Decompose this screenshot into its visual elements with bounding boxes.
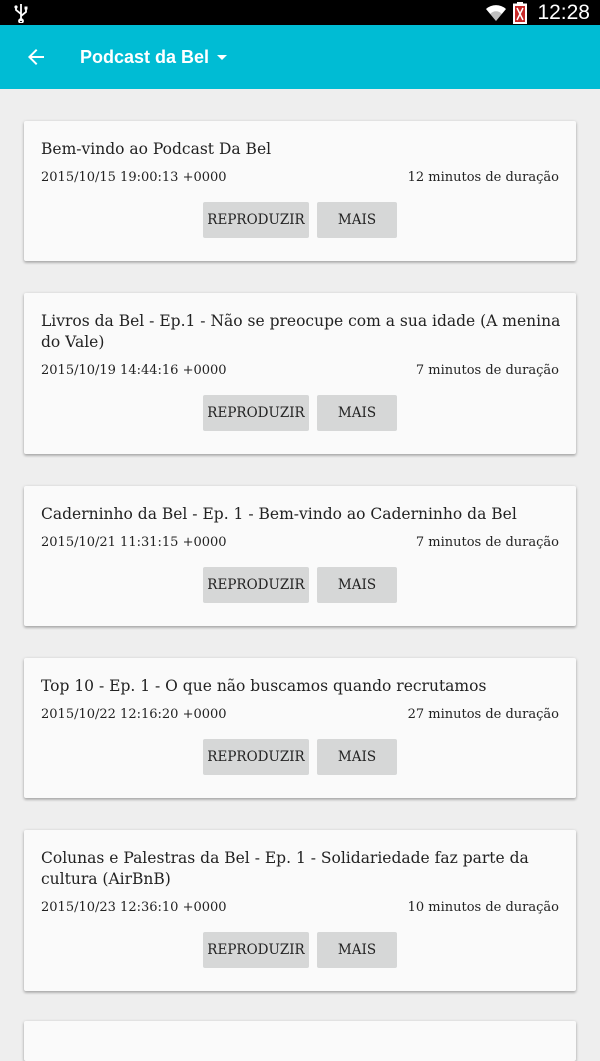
play-button[interactable]: REPRODUZIR <box>203 932 309 968</box>
episode-date: 2015/10/22 12:16:20 +0000 <box>41 707 227 722</box>
episode-card: Top 10 - Ep. 1 - O que não buscamos quan… <box>24 658 576 798</box>
episode-duration: 12 minutos de duração <box>407 170 559 185</box>
wifi-icon <box>486 4 507 21</box>
episode-card: Colunas e Palestras da Bel - Ep. 1 - Sol… <box>24 830 576 991</box>
podcast-selector-dropdown[interactable]: Podcast da Bel <box>80 25 228 89</box>
more-button[interactable]: MAIS <box>317 739 397 775</box>
episode-date: 2015/10/15 19:00:13 +0000 <box>41 170 227 185</box>
episode-title: Bem-vindo ao Podcast Da Bel <box>41 140 272 158</box>
episode-card-partial <box>24 1021 576 1061</box>
app-title: Podcast da Bel <box>80 46 210 67</box>
play-button[interactable]: REPRODUZIR <box>203 202 309 238</box>
episode-title: Colunas e Palestras da Bel - Ep. 1 - Sol… <box>41 849 529 888</box>
episode-title: Top 10 - Ep. 1 - O que não buscamos quan… <box>41 677 487 695</box>
status-time: 12:28 <box>537 0 590 24</box>
episode-card: Bem-vindo ao Podcast Da Bel 2015/10/15 1… <box>24 121 576 261</box>
episode-duration: 7 minutos de duração <box>415 535 559 550</box>
episode-title: Caderninho da Bel - Ep. 1 - Bem-vindo ao… <box>41 505 517 523</box>
episode-card: Livros da Bel - Ep.1 - Não se preocupe c… <box>24 293 576 454</box>
play-button[interactable]: REPRODUZIR <box>203 739 309 775</box>
back-arrow-icon[interactable] <box>24 45 48 69</box>
play-button[interactable]: REPRODUZIR <box>203 567 309 603</box>
more-button[interactable]: MAIS <box>317 395 397 431</box>
more-button[interactable]: MAIS <box>317 567 397 603</box>
episode-date: 2015/10/21 11:31:15 +0000 <box>41 535 227 550</box>
episode-date: 2015/10/19 14:44:16 +0000 <box>41 363 227 378</box>
app-bar: Podcast da Bel <box>0 25 600 89</box>
dropdown-caret-icon <box>217 54 228 60</box>
play-button[interactable]: REPRODUZIR <box>203 395 309 431</box>
status-bar: 12:28 <box>0 0 600 25</box>
episode-card: Caderninho da Bel - Ep. 1 - Bem-vindo ao… <box>24 486 576 626</box>
usb-icon <box>14 4 28 23</box>
episode-duration: 27 minutos de duração <box>407 707 559 722</box>
battery-icon <box>513 1 528 24</box>
more-button[interactable]: MAIS <box>317 932 397 968</box>
episode-duration: 10 minutos de duração <box>407 900 559 915</box>
more-button[interactable]: MAIS <box>317 202 397 238</box>
episode-date: 2015/10/23 12:36:10 +0000 <box>41 900 227 915</box>
episode-title: Livros da Bel - Ep.1 - Não se preocupe c… <box>41 312 561 351</box>
episode-duration: 7 minutos de duração <box>415 363 559 378</box>
